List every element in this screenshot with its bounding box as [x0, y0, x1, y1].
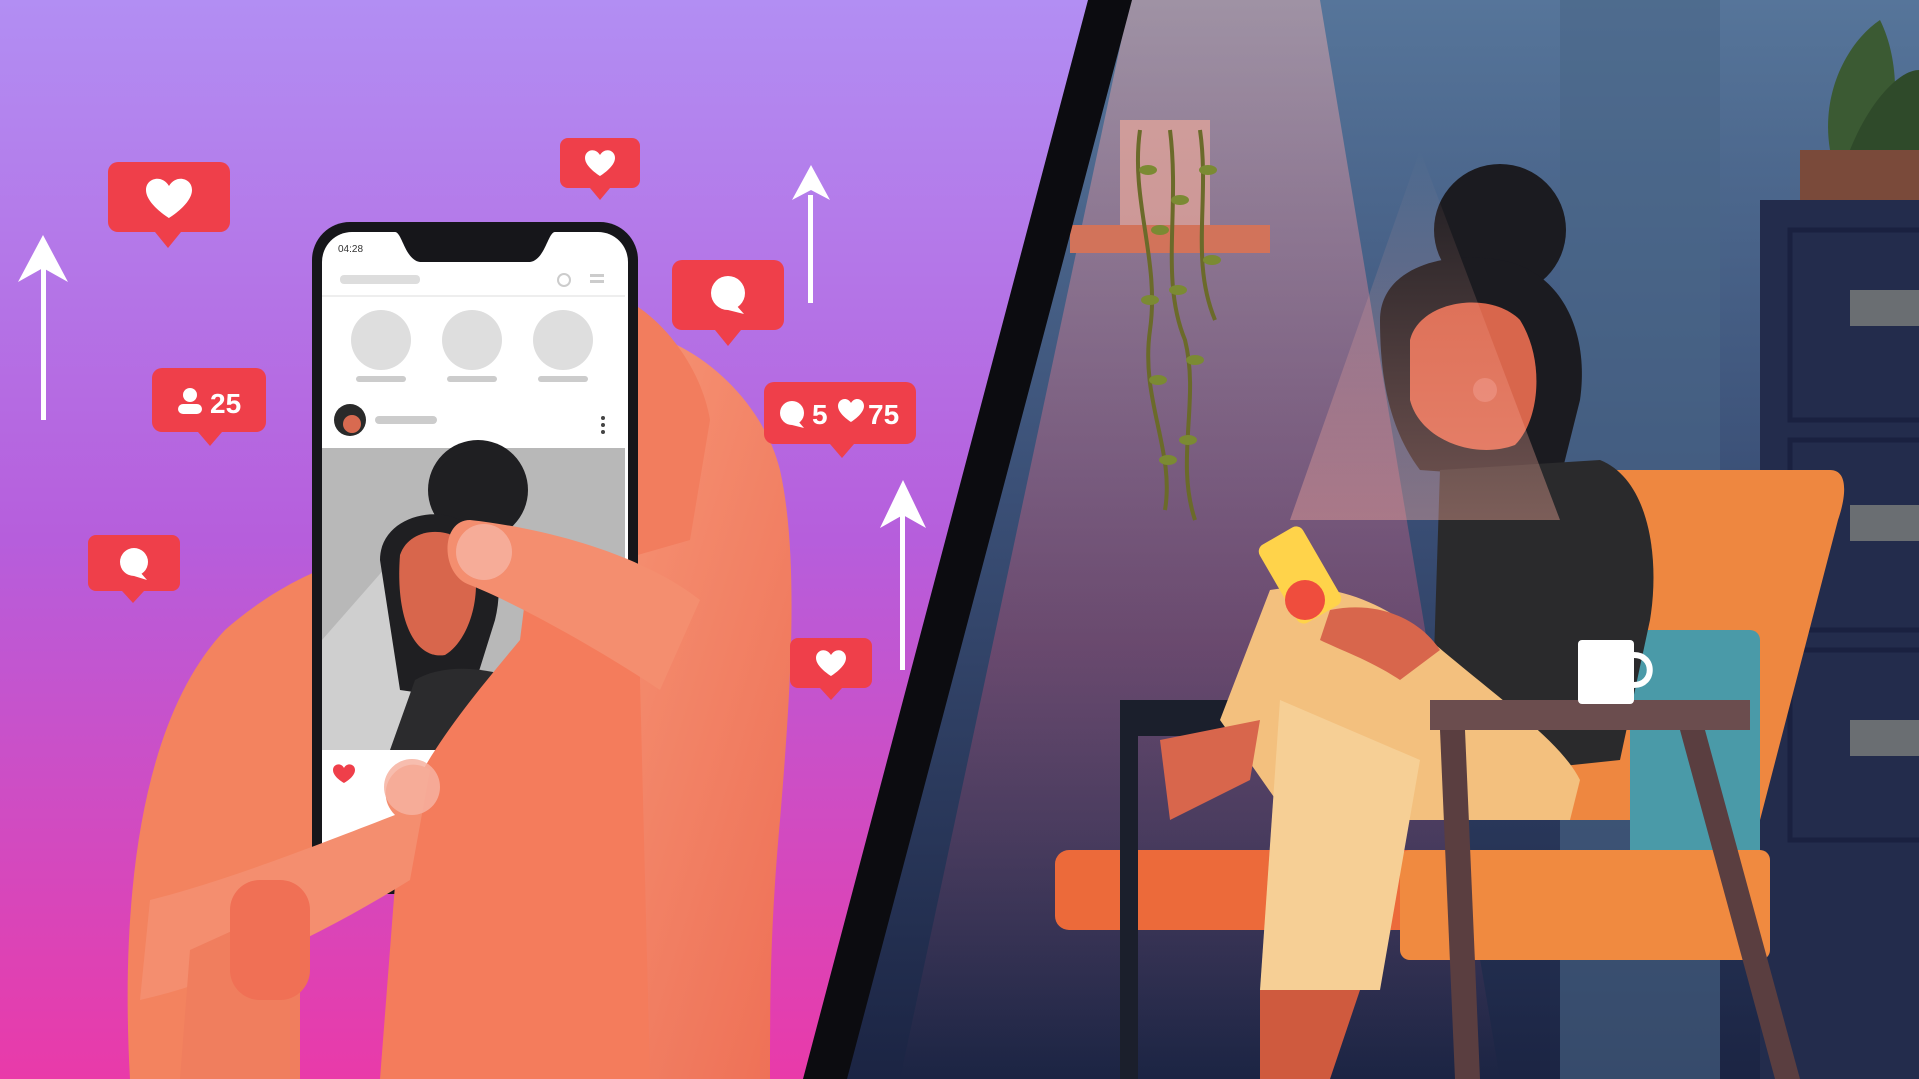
phone-time: 04:28	[338, 244, 363, 255]
likes-count: 75	[868, 399, 899, 430]
scene: 04:28 25 5 75	[0, 0, 1919, 1079]
comments-count: 5	[812, 399, 828, 430]
more-icon[interactable]	[601, 416, 605, 434]
followers-count: 25	[210, 388, 241, 419]
